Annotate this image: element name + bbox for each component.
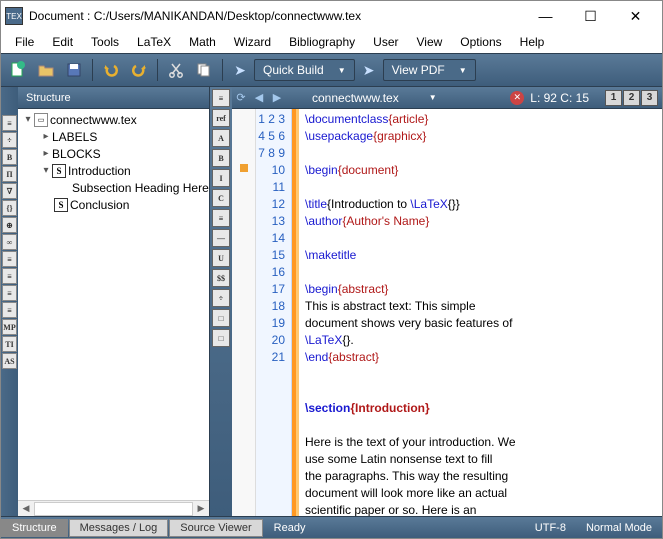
editor-tool-button[interactable]: U [212, 249, 230, 267]
new-file-button[interactable] [5, 57, 31, 83]
title-bar: TEX Document : C:/Users/MANIKANDAN/Deskt… [1, 1, 662, 31]
run-arrow-icon[interactable]: ➤ [228, 58, 252, 82]
menu-options[interactable]: Options [452, 33, 509, 51]
editor-tool-button[interactable]: ÷ [212, 289, 230, 307]
menu-bar: FileEditToolsLaTeXMathWizardBibliography… [1, 31, 662, 53]
file-tab[interactable]: connectwww.tex▼ [304, 91, 449, 105]
status-mode: Normal Mode [576, 522, 662, 534]
cut-button[interactable] [163, 57, 189, 83]
bottom-tab-structure[interactable]: Structure [1, 519, 68, 537]
editor-tool-button[interactable]: ≡ [212, 209, 230, 227]
open-file-button[interactable] [33, 57, 59, 83]
editor-tool-button[interactable]: — [212, 229, 230, 247]
editor-symbol-bar: ≡ ref ABIC ≡ — U $$ ÷ □ □ [210, 87, 232, 516]
structure-header: Structure [18, 87, 209, 109]
cursor-position: L: 92 C: 15 [530, 91, 589, 105]
fold-marker-icon[interactable] [240, 164, 248, 172]
editor-tool-button[interactable]: C [212, 189, 230, 207]
editor-area: ⟳ ◀ ▶ connectwww.tex▼ ✕ L: 92 C: 15 123 … [232, 87, 662, 516]
viewpdf-combo[interactable]: View PDF▼ [383, 59, 476, 81]
structure-scrollbar[interactable]: ◀▶ [18, 500, 209, 516]
menu-edit[interactable]: Edit [44, 33, 81, 51]
code-editor[interactable]: 1 2 3 4 5 6 7 8 9 10 11 12 13 14 15 16 1… [232, 109, 662, 516]
menu-help[interactable]: Help [512, 33, 553, 51]
structure-tree[interactable]: ▾▭connectwww.tex ▸LABELS ▸BLOCKS ▾SIntro… [18, 109, 209, 500]
symbol-button[interactable]: {} [2, 200, 17, 216]
line-numbers: 1 2 3 4 5 6 7 8 9 10 11 12 13 14 15 16 1… [256, 109, 292, 516]
editor-tool-button[interactable]: A [212, 129, 230, 147]
symbol-button[interactable]: ∇ [2, 183, 17, 199]
symbol-button[interactable]: B [2, 149, 17, 165]
refresh-icon[interactable]: ⟳ [232, 91, 250, 104]
menu-wizard[interactable]: Wizard [226, 33, 279, 51]
status-bar: Structure Messages / Log Source Viewer R… [1, 516, 662, 538]
editor-tool-button[interactable]: $$ [212, 269, 230, 287]
undo-button[interactable] [98, 57, 124, 83]
symbol-button[interactable]: ÷ [2, 132, 17, 148]
symbol-button[interactable]: ≡ [2, 115, 17, 131]
structure-panel: Structure ▾▭connectwww.tex ▸LABELS ▸BLOC… [18, 87, 210, 516]
view-arrow-icon[interactable]: ➤ [357, 58, 381, 82]
editor-tool-button[interactable]: □ [212, 329, 230, 347]
editor-tool-button[interactable]: I [212, 169, 230, 187]
symbol-button[interactable]: ≡ [2, 251, 17, 267]
minimize-button[interactable]: — [523, 2, 568, 30]
close-button[interactable]: ✕ [613, 2, 658, 30]
status-encoding: UTF-8 [525, 522, 576, 534]
menu-math[interactable]: Math [181, 33, 224, 51]
window-title: Document : C:/Users/MANIKANDAN/Desktop/c… [29, 9, 523, 23]
menu-view[interactable]: View [409, 33, 451, 51]
symbol-button[interactable]: ≡ [2, 285, 17, 301]
editor-tab-bar: ⟳ ◀ ▶ connectwww.tex▼ ✕ L: 92 C: 15 123 [232, 87, 662, 109]
symbol-button[interactable]: ⊕ [2, 217, 17, 233]
editor-tool-button[interactable]: ref [212, 109, 230, 127]
maximize-button[interactable]: ☐ [568, 2, 613, 30]
tab-close-icon[interactable]: ✕ [510, 91, 524, 105]
editor-tool-button[interactable]: □ [212, 309, 230, 327]
menu-tools[interactable]: Tools [83, 33, 127, 51]
copy-button[interactable] [191, 57, 217, 83]
tree-section[interactable]: SConclusion [18, 196, 209, 213]
bottom-tab-messages[interactable]: Messages / Log [69, 519, 169, 537]
code-text[interactable]: \documentclass{article} \usepackage{grap… [299, 109, 662, 516]
tree-item[interactable]: ▸LABELS [18, 128, 209, 145]
tree-root[interactable]: ▾▭connectwww.tex [18, 111, 209, 128]
main-toolbar: ➤ Quick Build▼ ➤ View PDF▼ [1, 53, 662, 87]
left-symbol-bar: ≡÷BΠ∇{}⊕∞≡≡≡≡MPTIAS [1, 87, 18, 516]
next-tab-icon[interactable]: ▶ [268, 91, 286, 104]
tree-item[interactable]: ▸BLOCKS [18, 145, 209, 162]
symbol-button[interactable]: ≡ [2, 268, 17, 284]
menu-bibliography[interactable]: Bibliography [281, 33, 363, 51]
save-button[interactable] [61, 57, 87, 83]
status-ready: Ready [264, 522, 316, 534]
redo-button[interactable] [126, 57, 152, 83]
tree-section[interactable]: ▾SIntroduction [18, 162, 209, 179]
menu-file[interactable]: File [7, 33, 42, 51]
quickbuild-combo[interactable]: Quick Build▼ [254, 59, 355, 81]
pane-button-2[interactable]: 2 [623, 90, 640, 106]
tree-subsection[interactable]: Subsection Heading Here [18, 179, 209, 196]
editor-tool-button[interactable]: B [212, 149, 230, 167]
symbol-button[interactable]: ≡ [2, 302, 17, 318]
app-logo-icon: TEX [5, 7, 23, 25]
pane-button-3[interactable]: 3 [641, 90, 658, 106]
symbol-button[interactable]: AS [2, 353, 17, 369]
symbol-button[interactable]: Π [2, 166, 17, 182]
symbol-button[interactable]: ∞ [2, 234, 17, 250]
pane-button-1[interactable]: 1 [605, 90, 622, 106]
symbol-button[interactable]: TI [2, 336, 17, 352]
editor-tool-button[interactable]: ≡ [212, 89, 230, 107]
menu-latex[interactable]: LaTeX [129, 33, 179, 51]
prev-tab-icon[interactable]: ◀ [250, 91, 268, 104]
symbol-button[interactable]: MP [2, 319, 17, 335]
bottom-tab-source[interactable]: Source Viewer [169, 519, 262, 537]
menu-user[interactable]: User [365, 33, 406, 51]
